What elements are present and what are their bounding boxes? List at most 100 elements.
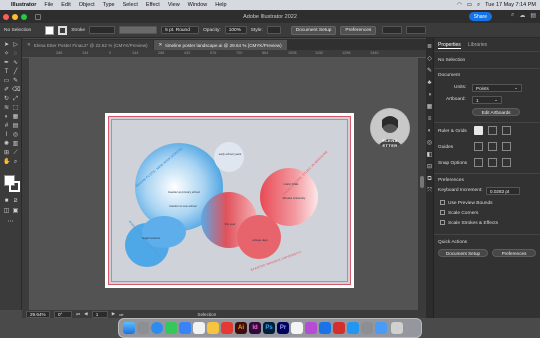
indesign-icon[interactable]: Id	[249, 322, 261, 334]
rectangle-tool-icon[interactable]: ▭	[3, 78, 10, 85]
snap-pixel-icon[interactable]	[502, 158, 511, 167]
preview-icon[interactable]	[291, 322, 303, 334]
search-icon[interactable]: ⌕	[511, 12, 514, 19]
rulers-toggle-icon[interactable]	[474, 126, 483, 135]
style-dropdown[interactable]	[266, 26, 281, 34]
system-preferences-icon[interactable]	[361, 322, 373, 334]
brushes-icon[interactable]: ✎	[426, 68, 433, 75]
battery-icon[interactable]: ▭	[467, 2, 472, 8]
selection-tool-icon[interactable]: ➤	[3, 42, 10, 49]
perspective-grid-tool-icon[interactable]: ▦	[12, 114, 19, 121]
prev-artboard-icon[interactable]: ◀	[84, 311, 88, 317]
word-icon[interactable]	[347, 322, 359, 334]
symbol-sprayer-tool-icon[interactable]: ✺	[3, 141, 10, 148]
menu-window[interactable]: Window	[188, 2, 208, 8]
search-icon[interactable]: ⌕	[477, 2, 480, 9]
portrait-badge[interactable]: ELENA ETTER	[370, 108, 410, 148]
scale-corners-checkbox[interactable]: Scale Corners	[440, 210, 478, 216]
tab-properties[interactable]: Properties	[438, 42, 461, 49]
menu-view[interactable]: View	[168, 2, 180, 8]
artboard[interactable]: BEGAN FLUTE, NEW HIGH SCHOOL FRENCH HORN…	[105, 113, 354, 288]
smart-guides-icon[interactable]	[502, 142, 511, 151]
menu-help[interactable]: Help	[215, 2, 226, 8]
notes-icon[interactable]	[207, 322, 219, 334]
stroke-label[interactable]: Stroke	[71, 28, 85, 33]
transparency-grid-icon[interactable]	[502, 126, 511, 135]
illustrator-icon[interactable]: Ai	[235, 322, 247, 334]
checkbox-icon[interactable]	[440, 200, 445, 205]
scale-tool-icon[interactable]: ⤢	[12, 96, 19, 103]
messages-icon[interactable]	[165, 322, 177, 334]
opacity-field[interactable]: 100%	[224, 26, 247, 34]
vertical-ruler[interactable]	[22, 58, 30, 310]
line-tool-icon[interactable]: ╱	[12, 69, 19, 76]
brush-definition-dropdown[interactable]: 5 pt. Round	[161, 26, 200, 34]
screen-mode-icon[interactable]: ▣	[12, 208, 19, 215]
menu-edit[interactable]: Edit	[61, 2, 70, 8]
menu-file[interactable]: File	[44, 2, 53, 8]
shape-builder-tool-icon[interactable]: ◐	[3, 114, 10, 121]
close-tab-icon[interactable]: ✕	[27, 42, 31, 48]
magic-wand-tool-icon[interactable]: ✧	[3, 51, 10, 58]
shaper-tool-icon[interactable]: ✐	[3, 87, 10, 94]
rotate-view-field[interactable]: 0°	[54, 310, 72, 318]
paintbrush-tool-icon[interactable]: ✎	[12, 78, 19, 85]
lasso-tool-icon[interactable]: ◌	[12, 51, 19, 58]
appearance-icon[interactable]: ◎	[426, 140, 433, 147]
music-icon[interactable]	[221, 322, 233, 334]
transparency-icon[interactable]: ◐	[426, 128, 433, 135]
gradient-tool-icon[interactable]: ▤	[12, 123, 19, 130]
timeline-poster[interactable]: BEGAN FLUTE, NEW HIGH SCHOOL FRENCH HORN…	[108, 116, 351, 285]
curvature-tool-icon[interactable]: ∿	[12, 60, 19, 67]
document-setup-button[interactable]: Document Setup	[290, 25, 337, 35]
vertical-scrollbar[interactable]	[418, 58, 426, 310]
close-tab-icon[interactable]: ✕	[159, 42, 163, 48]
stroke-icon[interactable]: ≡	[426, 116, 433, 123]
safari-icon[interactable]	[151, 322, 163, 334]
next-artboard-icon[interactable]: ▶	[112, 311, 116, 317]
eraser-tool-icon[interactable]: ⌫	[12, 87, 20, 94]
menu-app-name[interactable]: Illustrator	[11, 2, 36, 8]
variable-width-profile[interactable]	[119, 26, 158, 34]
artboard-tool-icon[interactable]: ⊞	[3, 150, 10, 157]
quick-document-setup-button[interactable]: Document Setup	[438, 249, 488, 257]
eyedropper-tool-icon[interactable]: ⌇	[3, 132, 10, 139]
guides-toggle-icon[interactable]	[474, 142, 483, 151]
horizontal-ruler[interactable]: 288 144 0 144 288 432 576 720 864 1008 1…	[22, 50, 426, 58]
blend-tool-icon[interactable]: ◎	[12, 132, 19, 139]
last-artboard-icon[interactable]: ⏭	[119, 312, 123, 317]
menu-effect[interactable]: Effect	[146, 2, 160, 8]
checkbox-icon[interactable]	[440, 210, 445, 215]
acrobat-icon[interactable]	[333, 322, 345, 334]
snap-grid-icon[interactable]	[488, 158, 497, 167]
wifi-icon[interactable]: ◠	[457, 2, 462, 8]
color-mode-icon[interactable]: ■	[3, 198, 10, 205]
column-graph-tool-icon[interactable]: ▥	[12, 141, 19, 148]
zoom-tool-icon[interactable]: ⌕	[12, 159, 19, 166]
finder-icon[interactable]	[123, 322, 135, 334]
warp-tool-icon[interactable]: ≋	[3, 105, 10, 112]
downloads-folder-icon[interactable]	[375, 322, 387, 334]
color-icon[interactable]: ◑	[426, 92, 433, 99]
quick-preferences-button[interactable]: Preferences	[492, 249, 536, 257]
snap-point-icon[interactable]	[474, 158, 483, 167]
tab-libraries[interactable]: Libraries	[468, 42, 487, 48]
share-button[interactable]: Share	[468, 12, 492, 21]
trash-icon[interactable]	[391, 322, 403, 334]
use-preview-bounds-checkbox[interactable]: Use Preview Bounds	[440, 200, 493, 206]
swatches-icon[interactable]: ▦	[426, 104, 433, 111]
workspace-icon[interactable]: ▤	[530, 12, 536, 19]
edit-toolbar-icon[interactable]: ⋯	[7, 219, 14, 226]
menu-object[interactable]: Object	[79, 2, 95, 8]
tab-elena-poster[interactable]: ✕ Elena Etter Poster FinaL2* @ 22.62 % (C…	[22, 40, 153, 50]
none-mode-icon[interactable]: ⧄	[12, 198, 19, 205]
first-artboard-icon[interactable]: ⏮	[76, 312, 80, 317]
keyboard-increment-field[interactable]: 0.0283 pt	[486, 187, 520, 195]
slice-tool-icon[interactable]: ⟋	[12, 150, 19, 157]
arrange-documents-icon[interactable]	[382, 26, 403, 34]
artboard-number-field[interactable]: 1	[91, 310, 108, 318]
menu-select[interactable]: Select	[123, 2, 138, 8]
tab-timeline-poster[interactable]: ✕ timeline poster landscape.ai @ 29.64 % …	[153, 40, 287, 50]
libraries-icon[interactable]: ◇	[426, 56, 433, 63]
podcasts-icon[interactable]	[305, 322, 317, 334]
